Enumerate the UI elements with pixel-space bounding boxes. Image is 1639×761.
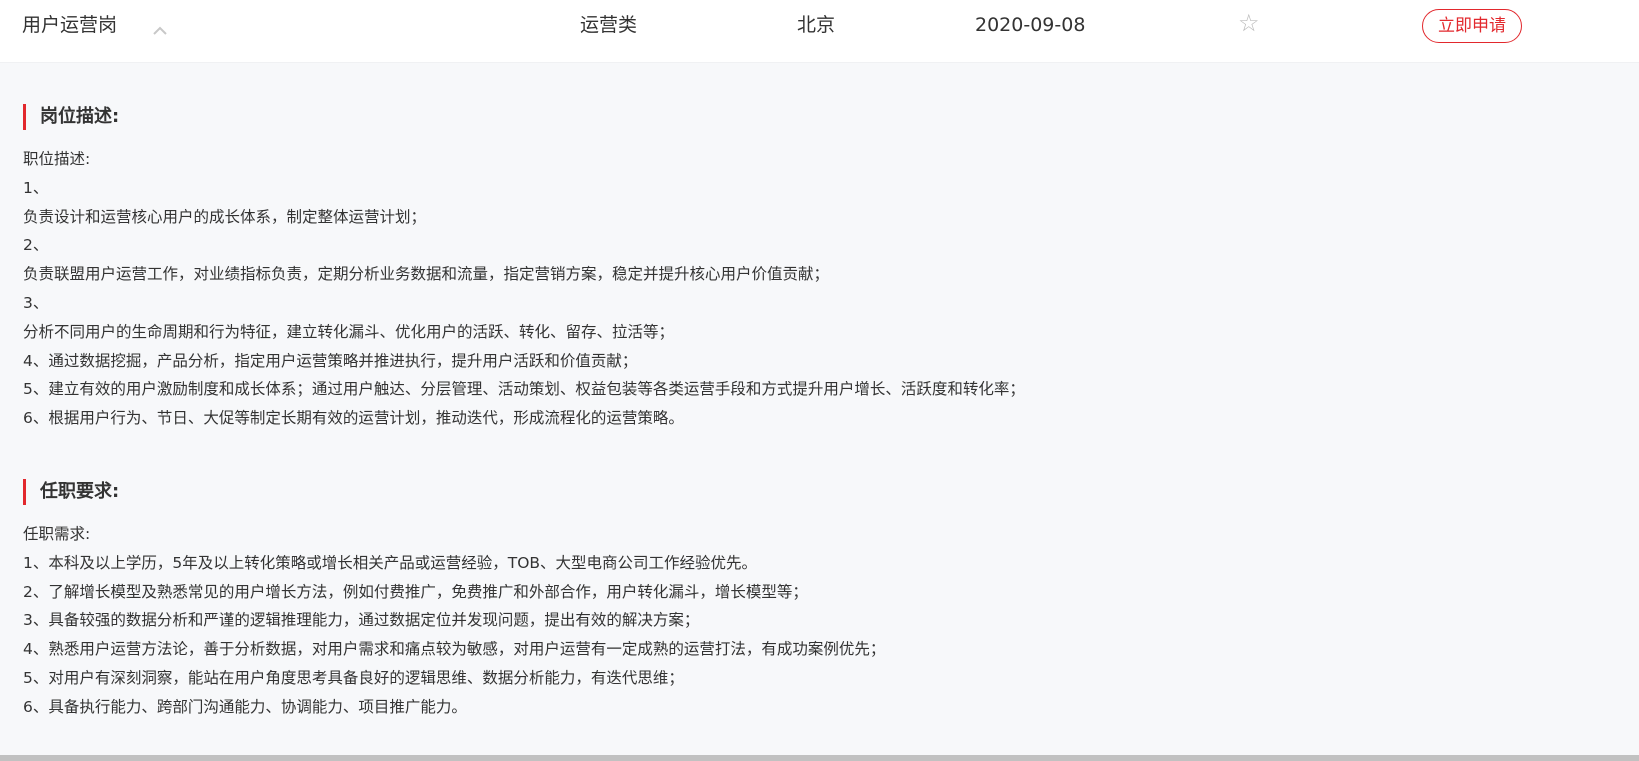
job-date: 2020-09-08 — [975, 14, 1086, 36]
job-header-row[interactable]: 用户运营岗 运营类 北京 2020-09-08 ☆ 立即申请 — [0, 0, 1639, 63]
description-line: 负责联盟用户运营工作，对业绩指标负责，定期分析业务数据和流量，指定营销方案，稳定… — [23, 265, 830, 284]
requirement-line: 2、了解增长模型及熟悉常见的用户增长方法，例如付费推广，免费推广和外部合作，用户… — [23, 582, 808, 601]
job-category: 运营类 — [580, 14, 638, 36]
section-title: 岗位描述: — [23, 104, 1523, 130]
description-line: 4、通过数据挖掘，产品分析，指定用户运营策略并推进执行，提升用户活跃和价值贡献； — [23, 351, 638, 370]
section-title: 任职要求: — [23, 478, 1523, 505]
requirement-line: 任职需求: — [23, 524, 91, 543]
description-line: 负责设计和运营核心用户的成长体系，制定整体运营计划； — [23, 207, 427, 226]
horizontal-scrollbar[interactable] — [0, 755, 1639, 761]
requirement-line: 4、熟悉用户运营方法论，善于分析数据，对用户需求和痛点较为敏感，对用户运营有一定… — [23, 640, 886, 659]
job-title: 用户运营岗 — [22, 14, 118, 36]
requirement-line: 3、具备较强的数据分析和严谨的逻辑推理能力，通过数据定位并发现问题，提出有效的解… — [23, 611, 700, 630]
job-detail: 岗位描述: 职位描述: 1、 负责设计和运营核心用户的成长体系，制定整体运营计划… — [23, 104, 1523, 722]
section-requirements: 任职要求: 任职需求: 1、本科及以上学历，5年及以上转化策略或增长相关产品或运… — [23, 478, 1523, 722]
apply-button[interactable]: 立即申请 — [1422, 9, 1522, 43]
requirement-line: 6、具备执行能力、跨部门沟通能力、协调能力、项目推广能力。 — [23, 697, 467, 716]
chevron-up-icon[interactable] — [152, 20, 168, 36]
star-icon[interactable]: ☆ — [1238, 10, 1260, 36]
job-city: 北京 — [797, 14, 836, 36]
description-line: 3、 — [23, 293, 49, 312]
description-line: 5、建立有效的用户激励制度和成长体系；通过用户触达、分层管理、活动策划、权益包装… — [23, 380, 1025, 399]
requirement-line: 5、对用户有深刻洞察，能站在用户角度思考具备良好的逻辑思维、数据分析能力，有迭代… — [23, 668, 684, 687]
description-line: 分析不同用户的生命周期和行为特征，建立转化漏斗、优化用户的活跃、转化、留存、拉活… — [23, 322, 675, 341]
description-line: 6、根据用户行为、节日、大促等制定长期有效的运营计划，推动迭代，形成流程化的运营… — [23, 409, 684, 428]
description-line: 职位描述: — [23, 150, 91, 168]
description-line: 1、 — [23, 178, 49, 197]
requirement-line: 1、本科及以上学历，5年及以上转化策略或增长相关产品或运营经验，TOB、大型电商… — [23, 553, 758, 572]
description-line: 2、 — [23, 236, 49, 255]
section-description: 岗位描述: 职位描述: 1、 负责设计和运营核心用户的成长体系，制定整体运营计划… — [23, 104, 1523, 433]
